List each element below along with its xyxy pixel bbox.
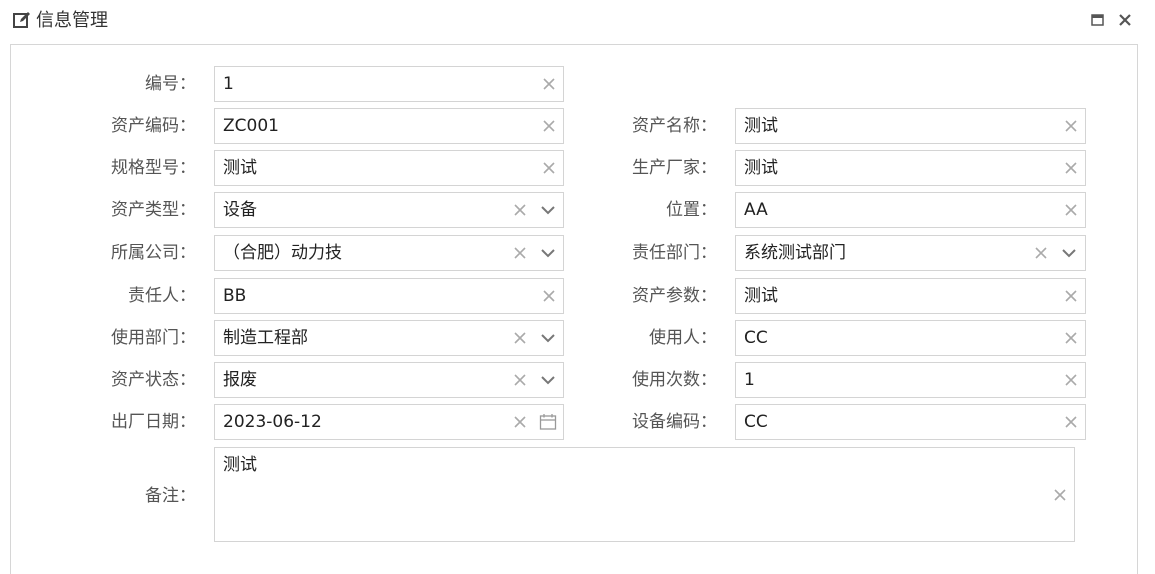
clear-icon[interactable] [1062, 287, 1080, 305]
label-zcmc: 资产名称： [632, 116, 717, 136]
manufacturer-value: 测试 [744, 158, 778, 178]
company-value: （合肥）动力技 [223, 243, 342, 263]
clear-icon[interactable] [540, 75, 558, 93]
usage-count-value: 1 [744, 370, 755, 390]
manufacture-date-value: 2023-06-12 [223, 412, 322, 432]
label-sccj: 生产厂家： [632, 158, 717, 178]
asset-status-value: 报废 [223, 370, 257, 390]
bianhao-field[interactable]: 1 [214, 66, 564, 102]
spec-model-field[interactable]: 测试 [214, 150, 564, 186]
label-ggxh: 规格型号： [111, 158, 196, 178]
asset-code-value: ZC001 [223, 116, 279, 136]
clear-icon[interactable] [1062, 201, 1080, 219]
label-weizhi: 位置： [666, 200, 717, 220]
usage-dept-value: 制造工程部 [223, 328, 308, 348]
asset-params-value: 测试 [744, 286, 778, 306]
spec-model-value: 测试 [223, 158, 257, 178]
usage-dept-select[interactable]: 制造工程部 [214, 320, 564, 356]
location-field[interactable]: AA [735, 192, 1086, 228]
label-beizhu: 备注： [145, 486, 196, 506]
label-zrr: 责任人： [128, 286, 196, 306]
remark-value: 测试 [223, 455, 257, 475]
company-select[interactable]: （合肥）动力技 [214, 235, 564, 271]
device-code-field[interactable]: CC [735, 404, 1086, 440]
usage-count-field[interactable]: 1 [735, 362, 1086, 398]
location-value: AA [744, 200, 768, 220]
clear-icon[interactable] [1062, 371, 1080, 389]
manufacturer-field[interactable]: 测试 [735, 150, 1086, 186]
manufacture-date-field[interactable]: 2023-06-12 [214, 404, 564, 440]
clear-icon[interactable] [1051, 486, 1069, 504]
clear-icon[interactable] [1062, 413, 1080, 431]
clear-icon[interactable] [1032, 244, 1050, 262]
device-code-value: CC [744, 412, 768, 432]
edit-icon [13, 12, 30, 28]
responsible-person-field[interactable]: BB [214, 278, 564, 314]
asset-params-field[interactable]: 测试 [735, 278, 1086, 314]
bianhao-value: 1 [223, 74, 234, 94]
label-zccs: 资产参数： [632, 286, 717, 306]
label-ssgs: 所属公司： [111, 243, 196, 263]
asset-code-field[interactable]: ZC001 [214, 108, 564, 144]
clear-icon[interactable] [1062, 117, 1080, 135]
asset-name-field[interactable]: 测试 [735, 108, 1086, 144]
responsible-dept-select[interactable]: 系统测试部门 [735, 235, 1086, 271]
label-sycs: 使用次数： [632, 370, 717, 390]
asset-name-value: 测试 [744, 116, 778, 136]
label-syr: 使用人： [649, 328, 717, 348]
asset-type-value: 设备 [223, 200, 257, 220]
user-field[interactable]: CC [735, 320, 1086, 356]
clear-icon[interactable] [1062, 159, 1080, 177]
responsible-person-value: BB [223, 286, 247, 306]
clear-icon[interactable] [1062, 329, 1080, 347]
label-zrbm: 责任部门： [632, 243, 717, 263]
chevron-down-icon[interactable] [1060, 244, 1078, 262]
label-sybm: 使用部门： [111, 328, 196, 348]
maximize-icon[interactable] [1090, 12, 1106, 28]
label-ccrq: 出厂日期： [111, 412, 196, 432]
remark-textarea[interactable]: 测试 [214, 447, 1075, 542]
window-titlebar: 信息管理 [0, 0, 1155, 42]
asset-type-select[interactable]: 设备 [214, 192, 564, 228]
user-value: CC [744, 328, 768, 348]
responsible-dept-value: 系统测试部门 [744, 243, 846, 263]
window-title: 信息管理 [36, 10, 108, 31]
label-sbbm: 设备编码： [632, 412, 717, 432]
asset-status-select[interactable]: 报废 [214, 362, 564, 398]
label-zczt: 资产状态： [111, 370, 196, 390]
label-bianhao: 编号： [145, 74, 196, 94]
label-zclx: 资产类型： [111, 200, 196, 220]
label-zcbm: 资产编码： [111, 116, 196, 136]
close-icon[interactable] [1117, 12, 1133, 28]
